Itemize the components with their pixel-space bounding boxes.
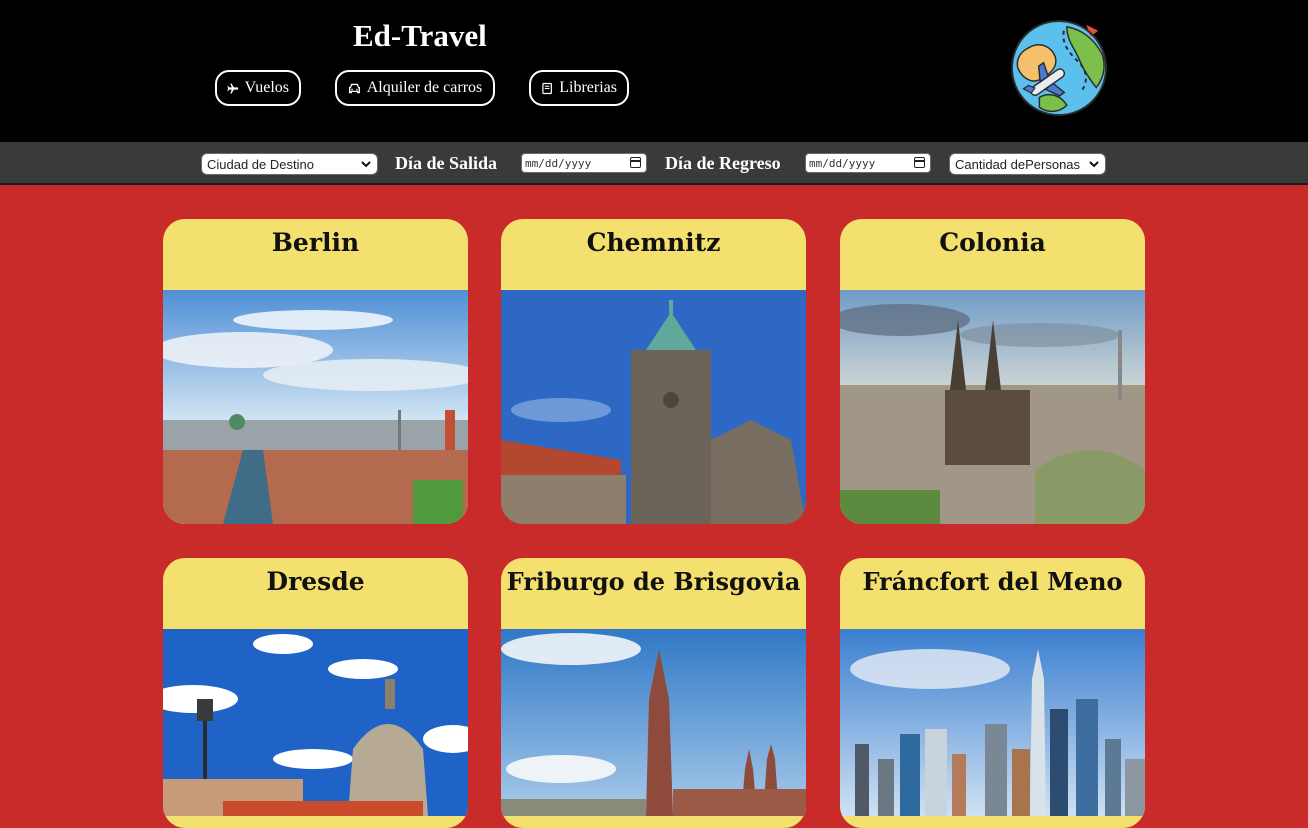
nav-vuelos-button[interactable]: Vuelos xyxy=(215,70,301,106)
city-photo-francfort xyxy=(840,629,1145,816)
nav-vuelos-label: Vuelos xyxy=(244,79,289,96)
city-card-friburgo[interactable]: Friburgo de Brisgovia xyxy=(501,558,806,828)
book-icon xyxy=(542,82,552,94)
nav-librerias-button[interactable]: Librerias xyxy=(529,70,629,106)
departure-label: Día de Salida xyxy=(395,153,498,173)
city-photo-chemnitz xyxy=(501,290,806,524)
top-header: Ed-Travel Vuelos Alquiler de carros Libr… xyxy=(0,0,1308,142)
nav-alquiler-label: Alquiler de carros xyxy=(366,79,483,96)
city-name: Fráncfort del Meno xyxy=(862,567,1123,596)
destination-select[interactable]: Ciudad de Destino xyxy=(201,153,378,175)
city-name: Colonia xyxy=(939,228,1046,257)
departure-date-value: mm/dd/yyyy xyxy=(525,156,592,170)
city-name: Berlin xyxy=(271,228,360,257)
search-filter-bar: Ciudad de Destino Cantidad dePersonas xyxy=(0,142,1308,185)
city-name: Chemnitz xyxy=(586,228,721,257)
city-photo-friburgo xyxy=(501,629,806,816)
nav-librerias-label: Librerias xyxy=(559,79,617,96)
calendar-icon xyxy=(630,157,641,168)
car-icon xyxy=(348,83,360,93)
chevron-down-icon xyxy=(361,161,371,168)
city-name: Friburgo de Brisgovia xyxy=(506,567,801,596)
city-card-dresde[interactable]: Dresde xyxy=(163,558,468,828)
city-card-francfort[interactable]: Fráncfort del Meno xyxy=(840,558,1145,828)
return-date-value: mm/dd/yyyy xyxy=(809,156,876,170)
city-card-chemnitz[interactable]: Chemnitz xyxy=(501,219,806,524)
nav-alquiler-button[interactable]: Alquiler de carros xyxy=(335,70,495,106)
people-select[interactable]: Cantidad dePersonas xyxy=(949,153,1106,175)
city-photo-dresde xyxy=(163,629,468,816)
city-card-colonia[interactable]: Colonia xyxy=(840,219,1145,524)
people-value: Cantidad dePersonas xyxy=(955,156,1081,172)
return-date-input[interactable]: mm/dd/yyyy xyxy=(805,153,931,173)
chevron-down-icon xyxy=(1089,161,1099,168)
airplane-icon xyxy=(227,82,239,94)
city-photo-berlin xyxy=(163,290,468,524)
departure-date-input[interactable]: mm/dd/yyyy xyxy=(521,153,647,173)
city-card-berlin[interactable]: Berlin xyxy=(163,219,468,524)
city-photo-colonia xyxy=(840,290,1145,524)
site-brand[interactable]: Ed-Travel xyxy=(353,18,487,54)
globe-travel-icon[interactable] xyxy=(1010,19,1108,117)
return-label: Día de Regreso xyxy=(665,153,781,173)
city-name: Dresde xyxy=(266,567,365,596)
calendar-icon xyxy=(914,157,925,168)
destination-value: Ciudad de Destino xyxy=(207,156,314,172)
